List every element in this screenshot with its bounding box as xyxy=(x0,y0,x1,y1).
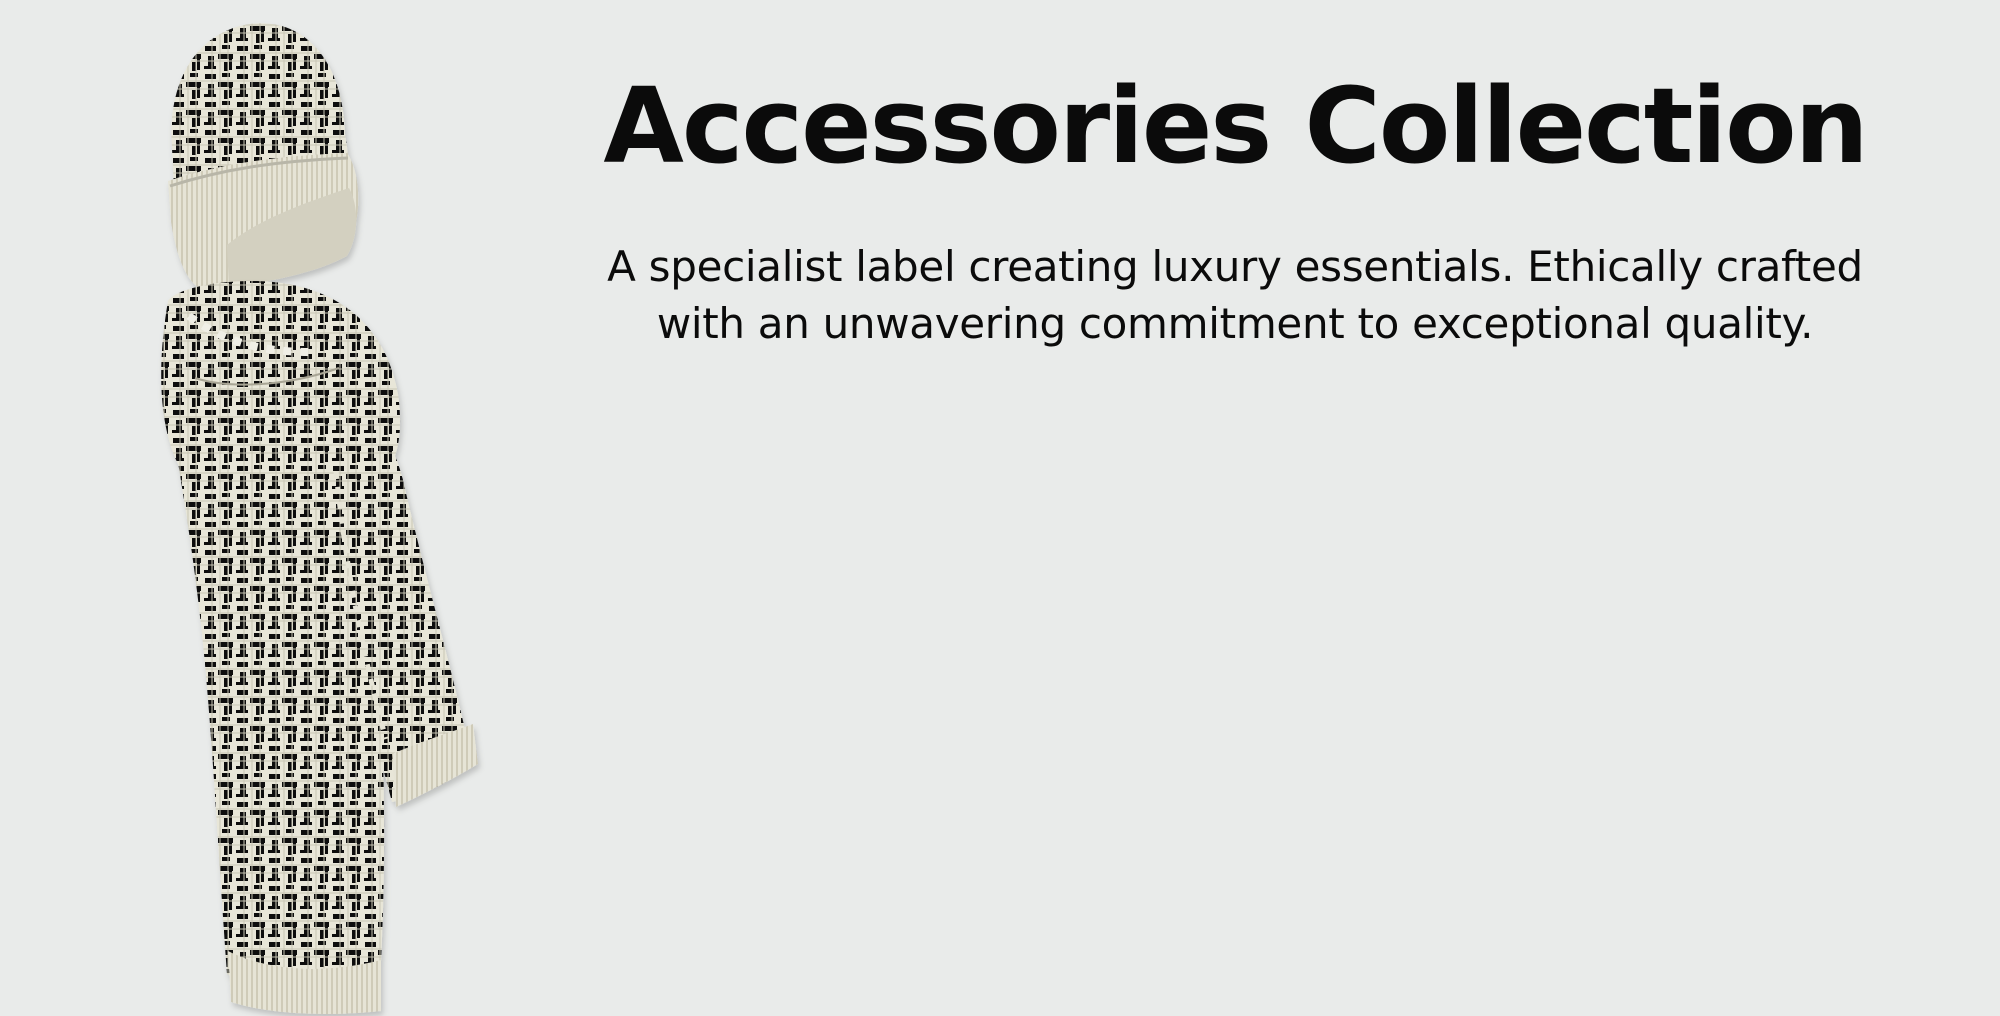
collection-description: A specialist label creating luxury essen… xyxy=(607,242,1863,349)
hat-and-scarf-product-image xyxy=(140,16,530,1016)
hat-graphic xyxy=(168,23,359,294)
scarf-graphic xyxy=(161,280,478,1014)
page-title: Accessories Collection xyxy=(603,65,1868,187)
collection-intro: Accessories Collection A specialist labe… xyxy=(560,70,1910,353)
hat-and-scarf-illustration xyxy=(161,23,478,1014)
